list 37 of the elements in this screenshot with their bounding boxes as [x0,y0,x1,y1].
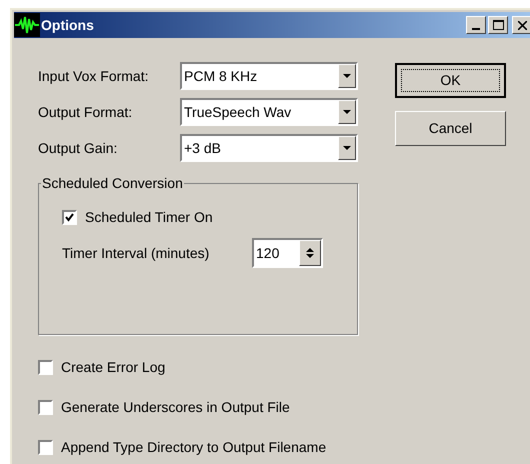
checkbox-label: Create Error Log [61,358,166,377]
dropdown[interactable]: TrueSpeech Wav [180,98,358,126]
field-label: Timer Interval (minutes) [62,244,210,263]
dialog-button[interactable]: OK [395,63,506,98]
field-label: Output Gain: [38,138,118,158]
dropdown[interactable]: +3 dB [180,134,358,162]
window-title: Options [41,16,94,35]
checkbox[interactable] [38,400,53,415]
checkbox[interactable] [62,210,77,225]
close-icon [518,20,526,30]
minimize-button[interactable] [466,16,486,34]
checkbox-label: Append Type Directory to Output Filename [61,438,326,457]
field-label: Output Format: [38,102,134,122]
checkmark-icon [65,213,74,222]
spin-buttons[interactable] [299,240,321,266]
minimize-icon [472,28,480,30]
spin-field[interactable]: 120 [252,238,323,268]
down-arrow-icon [343,110,351,114]
dropdown-button[interactable] [338,136,356,160]
checkbox[interactable] [38,440,53,455]
dialog-button[interactable]: Cancel [395,111,506,146]
up-arrow-icon [306,248,314,252]
maximize-icon [492,20,504,30]
field-label: Input Vox Format: [38,66,150,86]
down-arrow-icon [306,254,314,258]
close-button[interactable] [512,16,530,34]
checkbox-label: Generate Underscores in Output File [61,398,290,417]
down-arrow-icon [343,146,351,150]
down-arrow-icon [343,74,351,78]
waveform-icon [14,13,40,37]
group-title: Scheduled Conversion [41,175,184,191]
checkbox[interactable] [38,360,53,375]
checkbox-label: Scheduled Timer On [85,208,213,227]
dropdown-button[interactable] [338,100,356,124]
dropdown-button[interactable] [338,64,356,88]
maximize-button[interactable] [488,16,508,34]
dropdown[interactable]: PCM 8 KHz [180,62,358,90]
